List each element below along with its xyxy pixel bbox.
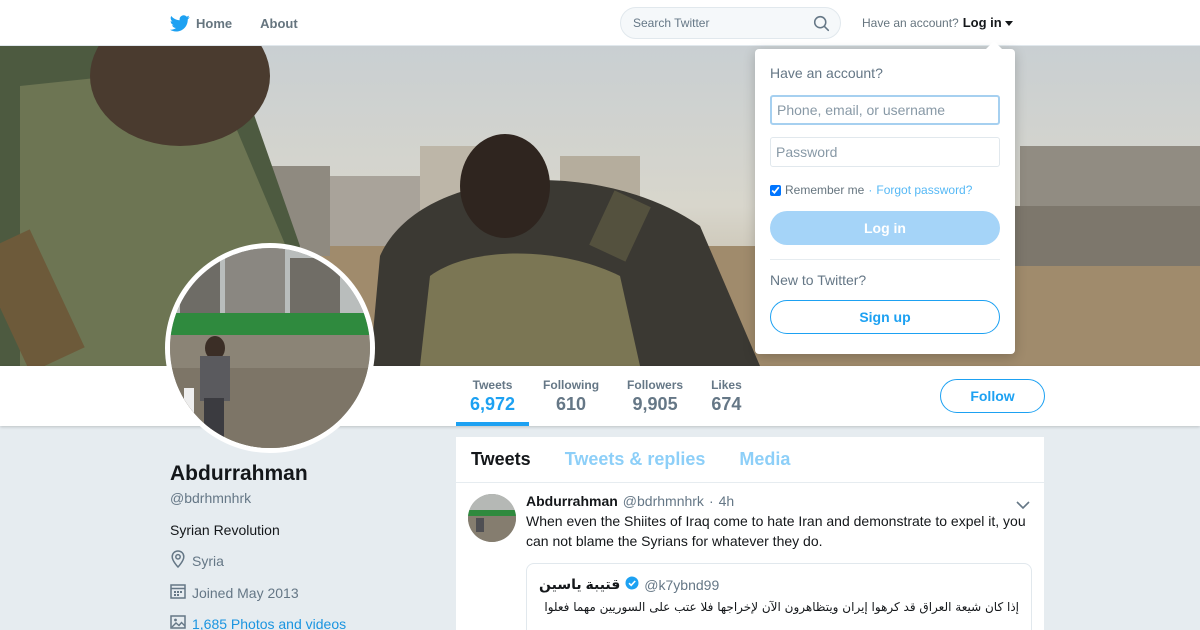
tweet-author-handle[interactable]: @bdrhmnhrk [623, 493, 704, 509]
login-label: Log in [962, 15, 1002, 30]
tweet-timestamp[interactable]: 4h [719, 493, 735, 509]
quote-author-handle: @k7ybnd99 [644, 576, 720, 593]
tweet[interactable]: Abdurrahman @bdrhmnhrk · 4h When even th… [456, 483, 1044, 630]
profile-photos-link[interactable]: 1,685 Photos and videos [170, 614, 430, 630]
tab-media[interactable]: Media [739, 449, 790, 470]
about-nav-link[interactable]: About [260, 16, 298, 31]
stat-likes[interactable]: Likes 674 [697, 366, 756, 426]
verified-badge-icon [625, 576, 639, 593]
timeline-tabs: Tweets Tweets & replies Media [456, 437, 1044, 483]
password-field[interactable] [770, 137, 1000, 167]
quoted-tweet[interactable]: قتيبة ياسين @k7ybnd99 إذا كان شيعة العرا… [526, 563, 1032, 630]
account-area: Have an account? Log in [862, 15, 1013, 30]
twitter-bird-icon [170, 14, 190, 32]
stat-tweets[interactable]: Tweets 6,972 [456, 366, 530, 426]
stat-followers[interactable]: Followers 9,905 [613, 366, 697, 426]
photos-text: 1,685 Photos and videos [192, 615, 347, 630]
remember-row: Remember me · Forgot password? [770, 183, 1000, 197]
profile-bio: Syrian Revolution [170, 522, 280, 538]
stat-label: Likes [711, 378, 742, 392]
chevron-down-icon[interactable] [1016, 497, 1030, 515]
tweet-text: When even the Shiites of Iraq come to ha… [526, 513, 1026, 549]
login-dropdown: Have an account? Remember me · Forgot pa… [755, 41, 1015, 354]
stat-value: 610 [556, 394, 587, 414]
joined-text: Joined May 2013 [192, 584, 299, 601]
search-input[interactable] [633, 16, 803, 30]
avatar-photo [170, 248, 370, 448]
username-field[interactable] [770, 95, 1000, 125]
search-icon[interactable] [813, 15, 830, 37]
login-dropdown-toggle[interactable]: Log in [963, 15, 1013, 30]
profile-name[interactable]: Abdurrahman [170, 462, 430, 486]
login-button[interactable]: Log in [770, 211, 1000, 245]
tab-tweets-and-replies[interactable]: Tweets & replies [565, 449, 706, 470]
profile-card: Abdurrahman @bdrhmnhrk Syrian Revolution… [170, 462, 430, 630]
stat-value: 9,905 [632, 394, 678, 414]
remember-me-label[interactable]: Remember me [785, 183, 864, 197]
about-label: About [260, 15, 298, 31]
remember-me-checkbox[interactable] [770, 184, 781, 196]
stat-label: Followers [627, 378, 684, 392]
quote-author-name: قتيبة ياسين [539, 576, 621, 592]
home-label: Home [196, 15, 233, 31]
dropdown-divider [770, 259, 1000, 260]
tweet-separator: · [708, 493, 714, 509]
search-box [620, 7, 841, 39]
profile-location: Syria [170, 550, 430, 571]
stat-label: Following [543, 378, 600, 392]
profile-avatar[interactable] [165, 243, 375, 453]
top-navigation-bar: Home About Have an account? Log in [0, 0, 1200, 46]
new-to-twitter-text: New to Twitter? [770, 272, 867, 288]
nav-left: Home About [170, 0, 298, 46]
location-pin-icon [170, 550, 186, 571]
follow-button[interactable]: Follow [940, 379, 1045, 413]
caret-down-icon [1004, 20, 1013, 26]
forgot-password-link[interactable]: Forgot password? [876, 183, 972, 197]
tweet-avatar[interactable] [468, 494, 516, 542]
stat-value: 6,972 [470, 394, 516, 414]
stat-following[interactable]: Following 610 [529, 366, 613, 426]
profile-handle[interactable]: @bdrhmnhrk [170, 490, 430, 506]
tweet-header: Abdurrahman @bdrhmnhrk · 4h [526, 493, 1032, 509]
stat-label: Tweets [472, 378, 513, 392]
tab-tweets[interactable]: Tweets [471, 449, 531, 470]
have-account-text: Have an account? [862, 15, 959, 30]
stat-value: 674 [711, 394, 742, 414]
home-nav-link[interactable]: Home [170, 14, 233, 32]
signup-button[interactable]: Sign up [770, 300, 1000, 334]
tweet-author-name[interactable]: Abdurrahman [526, 493, 618, 509]
photo-icon [170, 614, 186, 630]
quote-header: قتيبة ياسين @k7ybnd99 [539, 576, 1019, 593]
quote-text: إذا كان شيعة العراق قد كرهوا إيران ويتظا… [544, 600, 1019, 614]
profile-stats: Tweets 6,972 Following 610 Followers 9,9… [456, 366, 756, 426]
calendar-icon [170, 583, 186, 602]
profile-joined: Joined May 2013 [170, 583, 430, 602]
location-text: Syria [192, 552, 224, 569]
dropdown-heading: Have an account? [770, 65, 883, 81]
separator-dot: · [868, 183, 873, 197]
timeline: Tweets Tweets & replies Media Abdurrahma… [456, 437, 1044, 630]
